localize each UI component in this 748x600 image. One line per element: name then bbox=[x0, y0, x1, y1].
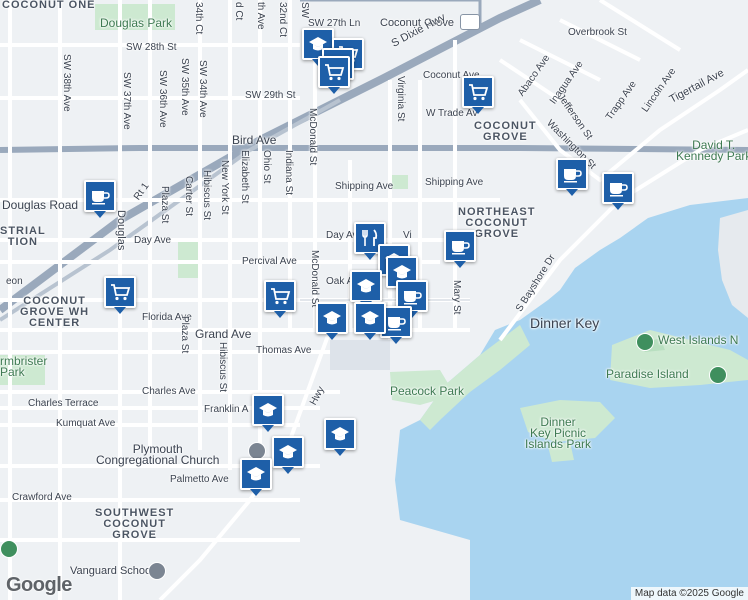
cafe-icon bbox=[610, 183, 628, 197]
school-icon bbox=[279, 445, 297, 459]
park-poi-icon bbox=[0, 540, 18, 558]
school-pin[interactable] bbox=[316, 302, 348, 340]
school-pin[interactable] bbox=[324, 418, 356, 456]
school-icon bbox=[331, 427, 349, 441]
school-pin[interactable] bbox=[272, 436, 304, 474]
cafe-pin[interactable] bbox=[556, 158, 588, 196]
map-view[interactable]: COCONUT ONE COCONUT GROVE NORTHEAST COCONU… bbox=[0, 0, 748, 600]
school-icon bbox=[357, 279, 375, 293]
school-poi-icon bbox=[148, 562, 166, 580]
grocery-pin[interactable] bbox=[462, 76, 494, 114]
grocery-icon bbox=[325, 64, 345, 81]
tree-icon bbox=[636, 333, 654, 351]
highway-shield-icon bbox=[460, 14, 480, 30]
school-pin[interactable] bbox=[354, 302, 386, 340]
school-pin[interactable] bbox=[350, 270, 382, 308]
school-icon bbox=[247, 467, 265, 481]
cafe-pin[interactable] bbox=[444, 230, 476, 268]
map-attribution: Map data ©2025 Google bbox=[630, 587, 748, 600]
grocery-icon bbox=[111, 284, 131, 301]
cafe-icon bbox=[92, 191, 110, 205]
cafe-icon bbox=[404, 291, 422, 305]
grocery-icon bbox=[469, 84, 489, 101]
google-logo: Google bbox=[6, 574, 72, 596]
cafe-pin[interactable] bbox=[84, 180, 116, 218]
grocery-pin[interactable] bbox=[104, 276, 136, 314]
grocery-pin[interactable] bbox=[264, 280, 296, 318]
cafe-pin[interactable] bbox=[602, 172, 634, 210]
school-pin[interactable] bbox=[240, 458, 272, 496]
grocery-icon bbox=[271, 288, 291, 305]
cafe-icon bbox=[452, 241, 470, 255]
grocery-pin[interactable] bbox=[318, 56, 350, 94]
school-icon bbox=[323, 311, 341, 325]
school-icon bbox=[259, 403, 277, 417]
school-icon bbox=[361, 311, 379, 325]
tree-icon bbox=[709, 366, 727, 384]
cafe-icon bbox=[564, 169, 582, 183]
school-pin[interactable] bbox=[252, 394, 284, 432]
cafe-icon bbox=[388, 317, 406, 331]
